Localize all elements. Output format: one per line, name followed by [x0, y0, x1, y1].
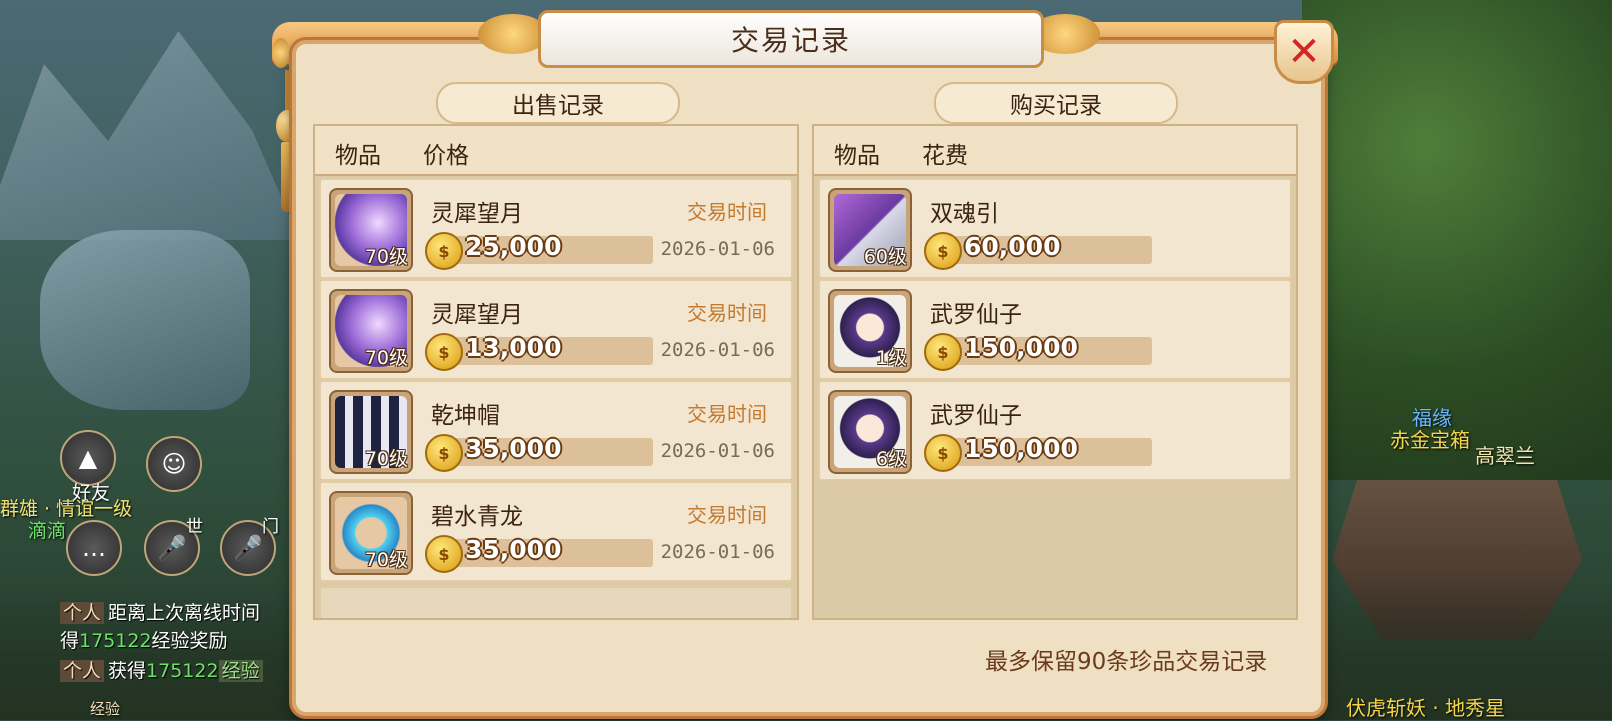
chat-message: 个人 获得175122 经验 [60, 656, 267, 683]
item-icon-frame[interactable]: 70级 [329, 289, 413, 373]
item-price: 35,000 [465, 535, 562, 564]
rock-scenery [40, 230, 250, 410]
item-icon-frame[interactable]: 6级 [828, 390, 912, 474]
close-icon: ✕ [1287, 29, 1321, 75]
item-name: 双魂引 [930, 201, 999, 227]
item-level: 70级 [364, 448, 408, 470]
item-level: 1级 [875, 347, 907, 369]
item-level: 70级 [364, 246, 408, 268]
item-icon-frame[interactable]: 70级 [329, 390, 413, 474]
trade-time-label: 交易时间 [687, 301, 767, 325]
gold-coin-icon: $ [924, 434, 962, 472]
mountain-scenery [0, 31, 300, 240]
exp-label: 经验 [90, 700, 121, 718]
sell-list-header: 物品 价格 [315, 126, 797, 176]
list-item[interactable]: 70级 碧水青龙 $ 35,000 交易时间 2026-01-06 [319, 481, 793, 582]
gold-coin-icon: $ [924, 232, 962, 270]
tree-scenery [1302, 0, 1612, 480]
gold-coin-icon: $ [425, 333, 463, 371]
trade-time-label: 交易时间 [687, 200, 767, 224]
item-price: 150,000 [964, 333, 1078, 362]
microphone-icon: 🎤 [233, 534, 263, 562]
trade-date: 2026-01-06 [660, 238, 775, 260]
item-name: 灵犀望月 [431, 302, 523, 328]
buy-section-title: 购买记录 [934, 82, 1178, 124]
gold-coin-icon: $ [425, 232, 463, 270]
item-price: 13,000 [465, 333, 562, 362]
player-name: 滴滴 [28, 520, 67, 542]
item-name: 乾坤帽 [431, 403, 500, 429]
item-icon-frame[interactable]: 60级 [828, 188, 912, 272]
gold-coin-icon: $ [425, 434, 463, 472]
col-item-header: 物品 [335, 143, 381, 169]
item-price: 150,000 [964, 434, 1078, 463]
team-channel-label: 门 [262, 517, 279, 537]
item-icon-frame[interactable]: 70级 [329, 188, 413, 272]
item-level: 70级 [364, 347, 408, 369]
list-item-partial [319, 586, 793, 618]
item-name: 武罗仙子 [930, 403, 1022, 429]
chat-button[interactable]: … [66, 520, 122, 576]
friend-icon: ▲ [78, 444, 98, 472]
avatar-icon: ☺ [161, 450, 187, 478]
npc-name[interactable]: 高翠兰 [1475, 440, 1535, 469]
world-channel-label: 世 [186, 517, 203, 537]
list-item[interactable]: 70级 灵犀望月 $ 13,000 交易时间 2026-01-06 [319, 279, 793, 380]
list-item[interactable]: 70级 灵犀望月 $ 25,000 交易时间 2026-01-06 [319, 178, 793, 279]
dialog-title: 交易记录 [730, 24, 851, 57]
gold-coin-icon: $ [425, 535, 463, 573]
trade-time-label: 交易时间 [687, 402, 767, 426]
dialog-title-plaque: 交易记录 [538, 10, 1044, 68]
item-icon-frame[interactable]: 1级 [828, 289, 912, 373]
footer-note: 最多保留90条珍品交易记录 [985, 649, 1268, 675]
guild-text: 群雄 · 情谊一级 [0, 498, 133, 520]
buy-record-list[interactable]: 物品 花费 60级 双魂引 $ 60,000 1级 武罗仙子 $ 150,000… [812, 124, 1298, 620]
item-name: 灵犀望月 [431, 201, 523, 227]
avatar[interactable]: ☺ [146, 436, 202, 492]
microphone-icon: 🎤 [157, 534, 187, 562]
col-price-header: 价格 [423, 143, 469, 169]
bottom-npc-name[interactable]: 伏虎斩妖 · 地秀星 [1346, 692, 1505, 721]
item-level: 6级 [875, 448, 907, 470]
chat-tag: 个人 [60, 602, 105, 624]
item-price: 25,000 [465, 232, 562, 261]
item-price: 60,000 [964, 232, 1061, 261]
col-cost-header: 花费 [922, 143, 968, 169]
col-item-header: 物品 [834, 143, 880, 169]
item-name: 武罗仙子 [930, 302, 1022, 328]
item-icon-frame[interactable]: 70级 [329, 491, 413, 575]
item-name: 碧水青龙 [431, 504, 523, 530]
buy-list-header: 物品 花费 [814, 126, 1296, 176]
item-price: 35,000 [465, 434, 562, 463]
item-level: 60级 [863, 246, 907, 268]
list-item[interactable]: 60级 双魂引 $ 60,000 [818, 178, 1292, 279]
trade-date: 2026-01-06 [660, 339, 775, 361]
trade-date: 2026-01-06 [660, 541, 775, 563]
item-level: 70级 [364, 549, 408, 571]
list-item[interactable]: 6级 武罗仙子 $ 150,000 [818, 380, 1292, 481]
chat-message: 得175122经验奖励 [60, 630, 228, 652]
list-item[interactable]: 70级 乾坤帽 $ 35,000 交易时间 2026-01-06 [319, 380, 793, 481]
scroll-rod-ornament [272, 38, 290, 68]
gold-coin-icon: $ [924, 333, 962, 371]
chat-message: 个人 距离上次离线时间 [60, 598, 260, 625]
list-item[interactable]: 1级 武罗仙子 $ 150,000 [818, 279, 1292, 380]
trade-date: 2026-01-06 [660, 440, 775, 462]
trade-time-label: 交易时间 [687, 503, 767, 527]
chest-label[interactable]: 赤金宝箱 [1390, 424, 1470, 453]
close-button[interactable]: ✕ [1274, 20, 1334, 84]
sell-section-title: 出售记录 [436, 82, 680, 124]
sell-record-list[interactable]: 物品 价格 70级 灵犀望月 $ 25,000 交易时间 2026-01-06 7… [313, 124, 799, 620]
chat-bubble-icon: … [82, 534, 106, 562]
